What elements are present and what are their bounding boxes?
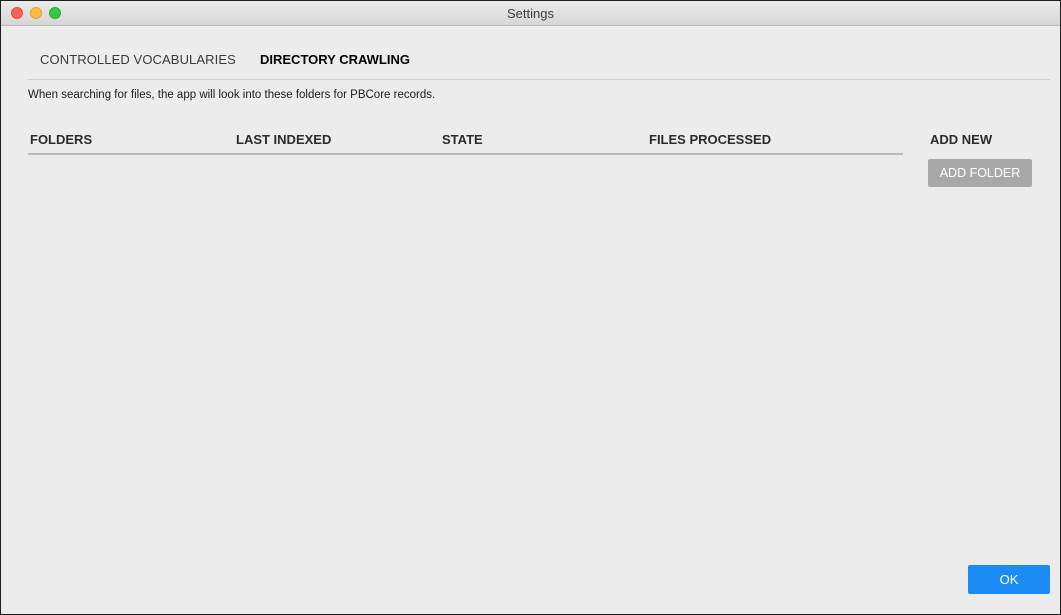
title-bar[interactable]: Settings (1, 1, 1060, 26)
add-folder-button[interactable]: ADD FOLDER (928, 159, 1032, 187)
tab-controlled-vocabularies[interactable]: CONTROLLED VOCABULARIES (40, 52, 236, 67)
window-title: Settings (507, 6, 554, 21)
column-header-last-indexed: LAST INDEXED (236, 132, 332, 147)
settings-window: Settings CONTROLLED VOCABULARIES DIRECTO… (0, 0, 1061, 615)
column-header-files-processed: FILES PROCESSED (649, 132, 772, 147)
directory-crawling-description: When searching for files, the app will l… (28, 89, 436, 101)
folders-table-header: FOLDERS LAST INDEXED STATE FILES PROCESS… (28, 132, 903, 154)
tab-directory-crawling[interactable]: DIRECTORY CRAWLING (260, 52, 410, 67)
ok-button[interactable]: OK (968, 565, 1050, 594)
column-header-folders: FOLDERS (30, 132, 93, 147)
add-new-label: ADD NEW (930, 132, 993, 147)
column-header-state: STATE (442, 132, 483, 147)
tabs-divider (28, 79, 1050, 80)
table-header-divider (28, 153, 903, 155)
